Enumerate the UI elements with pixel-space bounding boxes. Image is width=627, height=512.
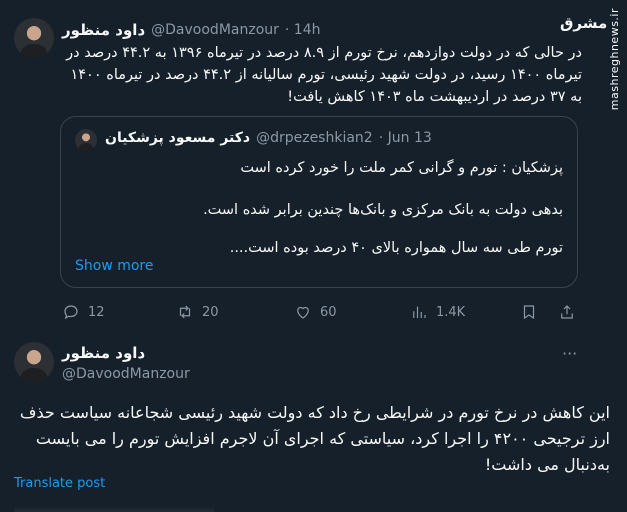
heart-icon (297, 306, 309, 319)
quoted-tweet[interactable]: دکتر مسعود پزشکیان @drpezeshkian2 · Jun … (60, 116, 578, 288)
views-button[interactable]: 1.4K (410, 303, 465, 321)
bookmark-icon (523, 305, 535, 320)
quote-author-handle: @drpezeshkian2 (256, 130, 373, 146)
mashregh-site-watermark: mashreghnews.ir (608, 8, 621, 111)
view-count: 1.4K (436, 304, 466, 320)
reply-icon (64, 305, 78, 320)
quote-line-3: تورم طی سه سال همواره بالای ۴۰ درصد بوده… (229, 240, 563, 256)
quote-line-2: بدهی دولت به بانک مرکزی و بانک‌ها چندین … (203, 202, 563, 218)
show-more-link[interactable]: Show more (75, 258, 154, 274)
repost-count: 20 (202, 304, 219, 320)
share-icon (561, 305, 573, 319)
author-name[interactable]: داود منظور (62, 344, 145, 362)
quote-author-name: دکتر مسعود پزشکیان (105, 130, 251, 146)
cropped-footer (14, 506, 214, 512)
share-button[interactable] (558, 303, 576, 321)
post-time[interactable]: · 14h (285, 22, 321, 38)
tweet-text: این کاهش در نرخ تورم در شرایطی رخ داد که… (19, 403, 610, 474)
repost-icon (179, 305, 191, 319)
like-button[interactable]: 60 (294, 303, 337, 321)
avatar[interactable] (14, 18, 54, 58)
quote-line-1: پزشکیان : تورم و گرانی کمر ملت را خورد ک… (240, 160, 563, 176)
mashregh-logo: مشرق (560, 14, 608, 32)
more-options-button[interactable]: ··· (562, 344, 577, 363)
tweet-text: در حالی که در دولت دوازدهم، نرخ تورم از … (66, 45, 582, 105)
author-handle[interactable]: @DavoodManzour (151, 22, 279, 38)
repost-button[interactable]: 20 (176, 303, 219, 321)
quote-time: · Jun 13 (378, 130, 432, 146)
avatar[interactable] (14, 342, 54, 382)
tweet-header: داود منظور @DavoodManzour · 14h (62, 20, 321, 40)
reply-count: 12 (88, 304, 105, 320)
quote-header: دکتر مسعود پزشکیان @drpezeshkian2 · Jun … (105, 130, 432, 146)
reply-button[interactable]: 12 (62, 303, 105, 321)
author-name[interactable]: داود منظور (62, 21, 145, 39)
translate-post-link[interactable]: Translate post (14, 476, 105, 491)
views-icon (413, 306, 426, 318)
like-count: 60 (320, 304, 337, 320)
author-handle[interactable]: @DavoodManzour (62, 366, 190, 382)
bookmark-button[interactable] (520, 303, 538, 321)
quote-avatar[interactable] (75, 129, 97, 151)
